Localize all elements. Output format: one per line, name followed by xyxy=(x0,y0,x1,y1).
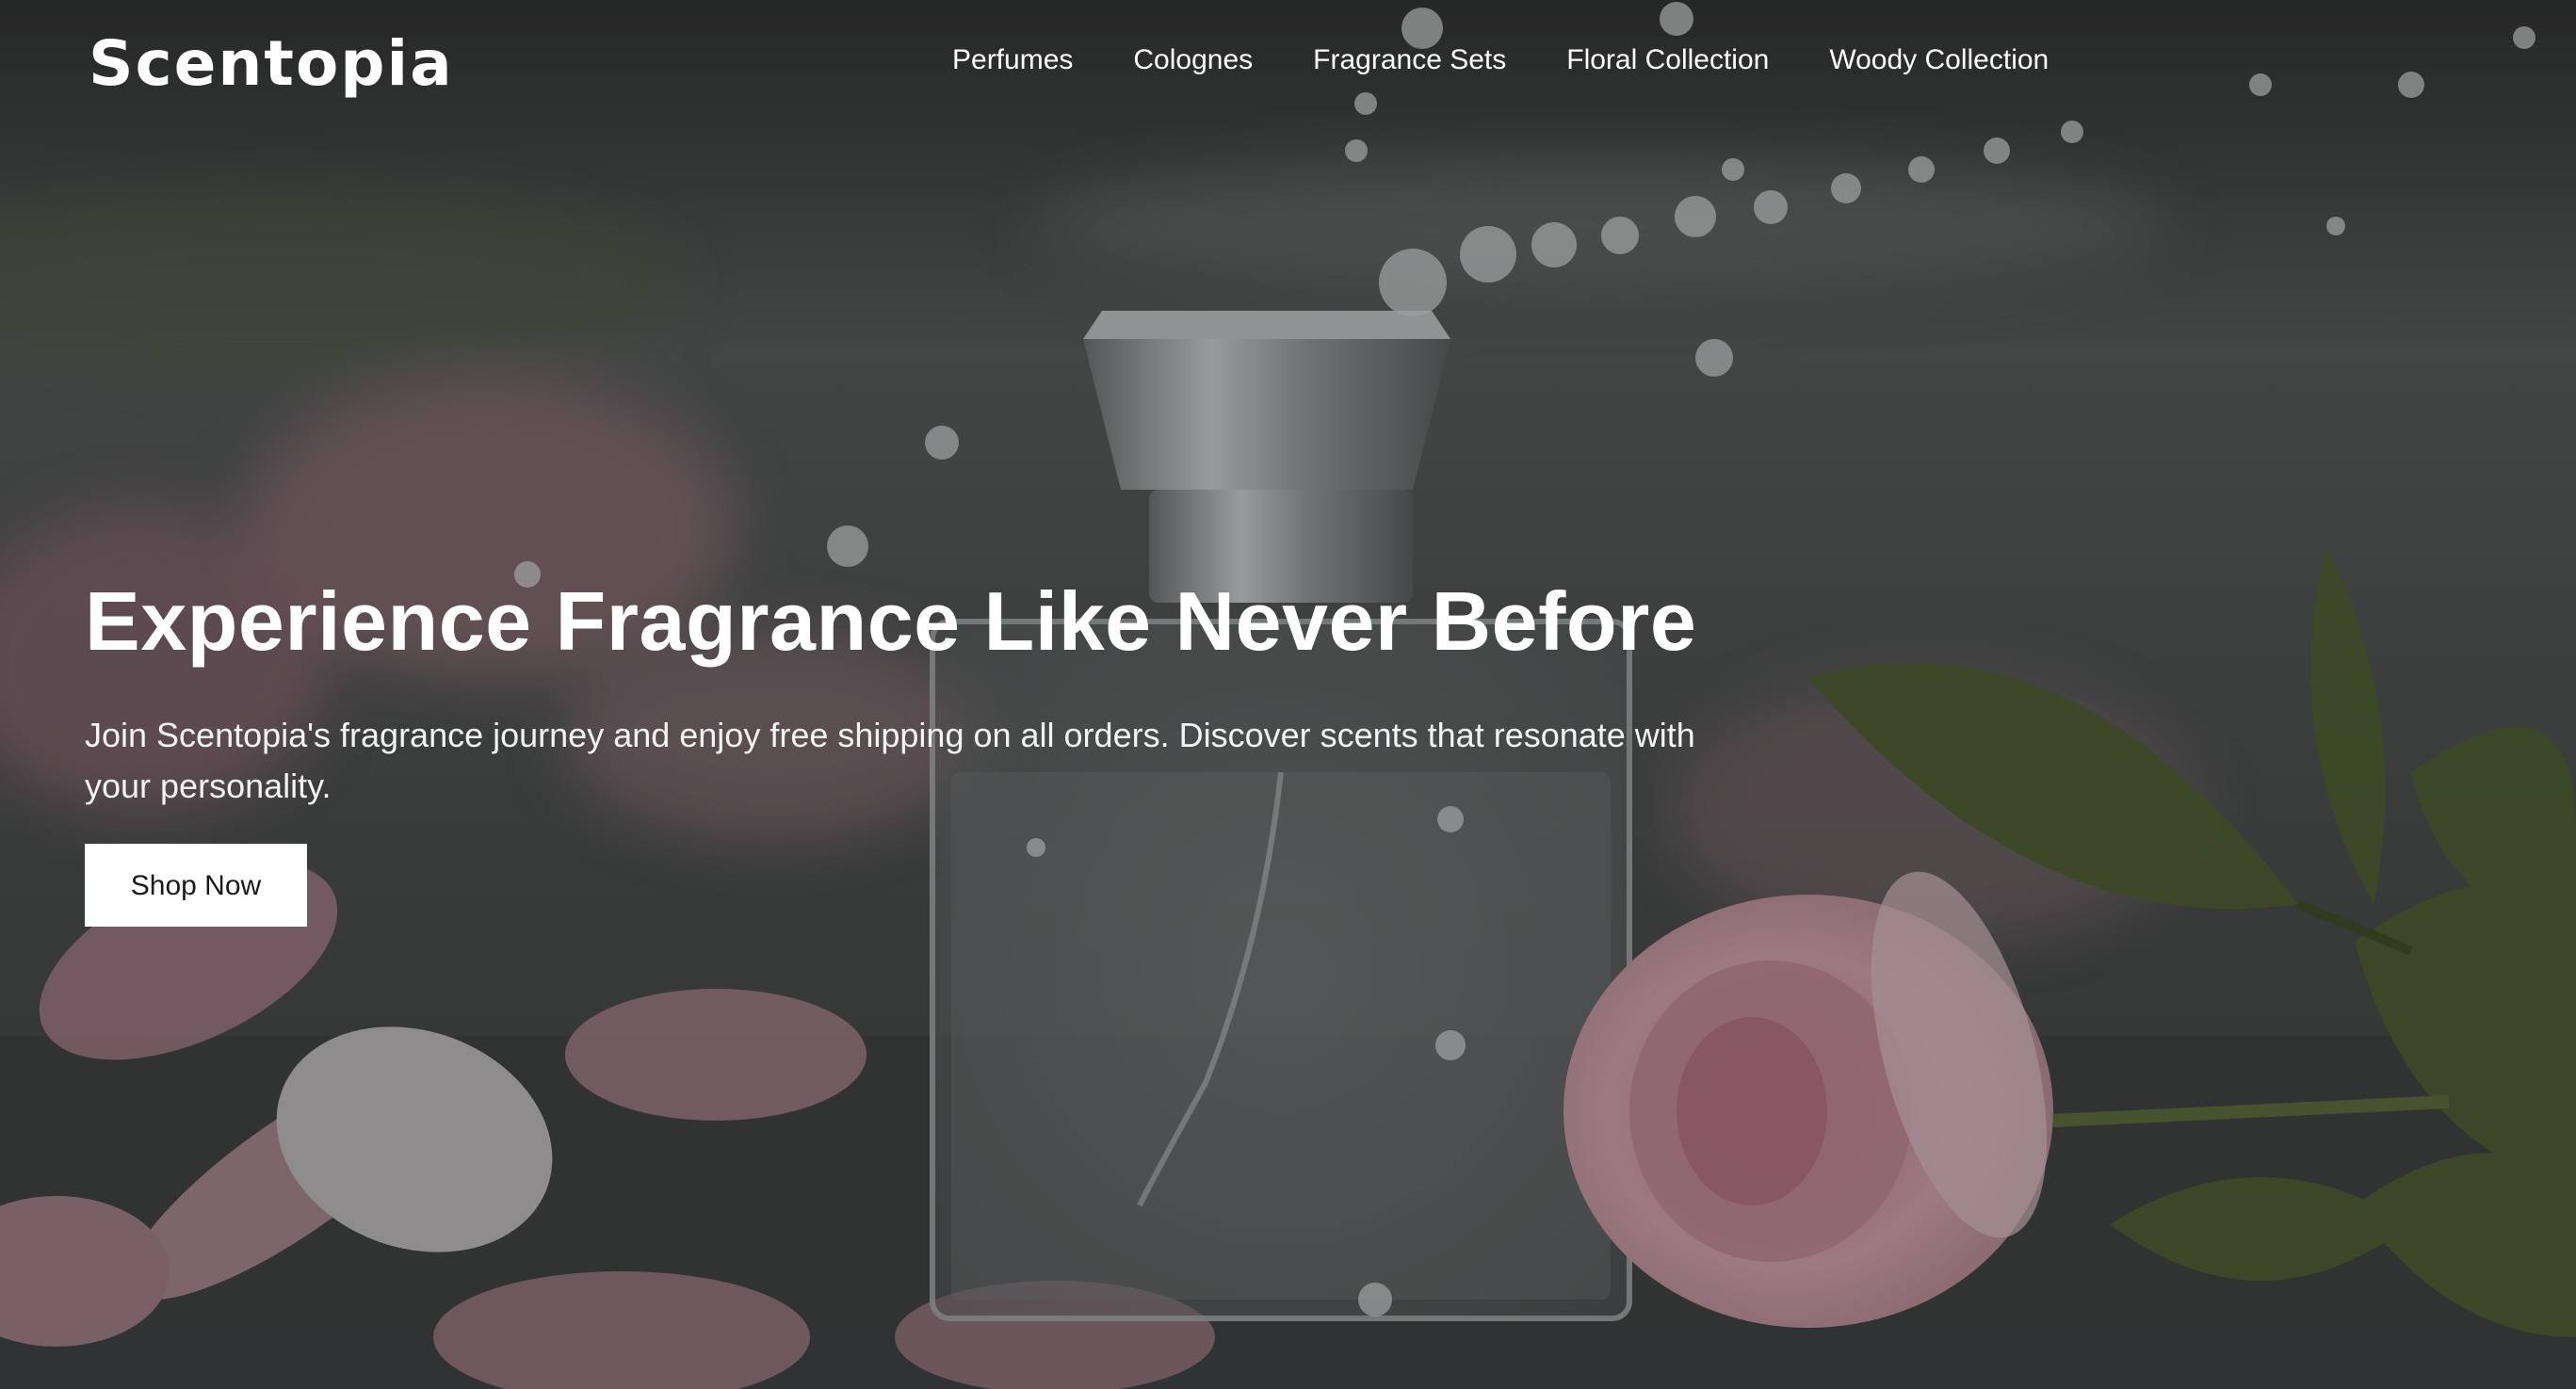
nav-link-fragrance-sets[interactable]: Fragrance Sets xyxy=(1313,38,1506,83)
hero-headline: Experience Fragrance Like Never Before xyxy=(85,574,1697,668)
nav-link-woody-collection[interactable]: Woody Collection xyxy=(1829,38,2049,83)
nav-link-colognes[interactable]: Colognes xyxy=(1133,38,1253,83)
nav-link-perfumes[interactable]: Perfumes xyxy=(952,38,1073,83)
hero-section: Scentopia Perfumes Colognes Fragrance Se… xyxy=(0,0,2576,1389)
nav-link-floral-collection[interactable]: Floral Collection xyxy=(1566,38,1769,83)
shop-now-button[interactable]: Shop Now xyxy=(85,844,307,927)
hero-content: Experience Fragrance Like Never Before J… xyxy=(85,565,1874,927)
site-logo[interactable]: Scentopia xyxy=(89,26,454,102)
hero-subtext: Join Scentopia's fragrance journey and e… xyxy=(85,716,1695,805)
main-nav: Perfumes Colognes Fragrance Sets Floral … xyxy=(952,38,2049,83)
site-header: Scentopia Perfumes Colognes Fragrance Se… xyxy=(0,0,2576,132)
